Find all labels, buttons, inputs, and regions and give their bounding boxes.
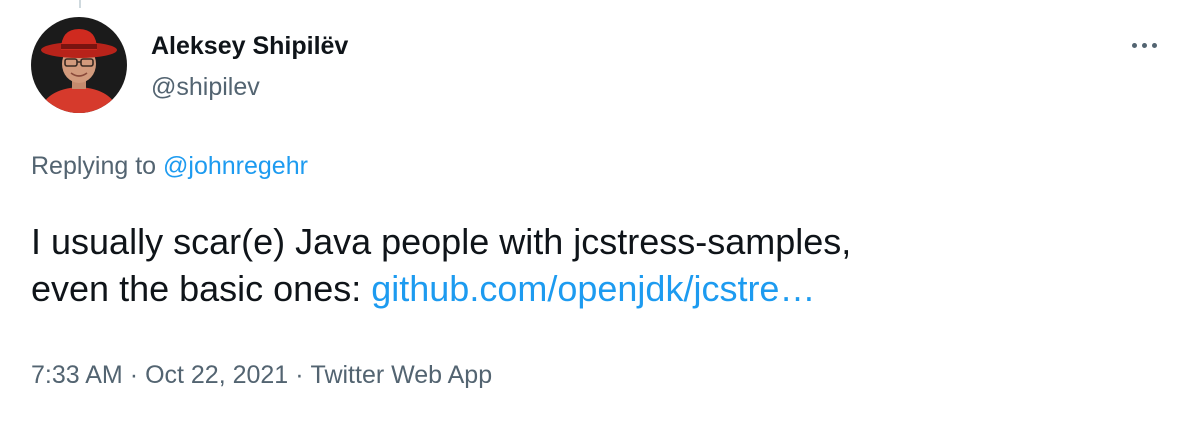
thread-connector-line [79,0,81,8]
avatar-photo [31,17,127,113]
more-options-icon [1131,42,1137,48]
tweet-source: Twitter Web App [310,361,493,389]
more-options-button[interactable] [1124,30,1164,60]
tweet-text: I usually scar(e) Java people with jcstr… [31,218,1171,312]
tweet-text-line-2: even the basic ones: github.com/openjdk/… [31,265,1171,312]
tweet-text-line-2-text: even the basic ones: [31,268,372,309]
tweet-link[interactable]: github.com/openjdk/jcstre… [371,268,815,309]
more-options-icon-dot [1151,42,1157,48]
replying-to: Replying to @johnregehr [31,151,308,181]
tweet-time[interactable]: 7:33 AM [31,361,123,389]
meta-separator: · [295,361,304,389]
author-display-name[interactable]: Aleksey Shipilëv [151,31,348,61]
meta-separator: · [129,361,139,389]
tweet-metadata: 7:33 AM · Oct 22, 2021 · Twitter Web App [31,360,492,390]
replying-to-label: Replying to [31,152,164,180]
author-handle[interactable]: @shipilev [151,72,260,102]
reply-to-handle-link[interactable]: @johnregehr [163,152,308,180]
more-options-icon-dot [1141,42,1147,48]
tweet-date[interactable]: Oct 22, 2021 [145,361,288,389]
tweet-text-line-1: I usually scar(e) Java people with jcstr… [31,221,852,262]
avatar[interactable] [31,17,127,113]
